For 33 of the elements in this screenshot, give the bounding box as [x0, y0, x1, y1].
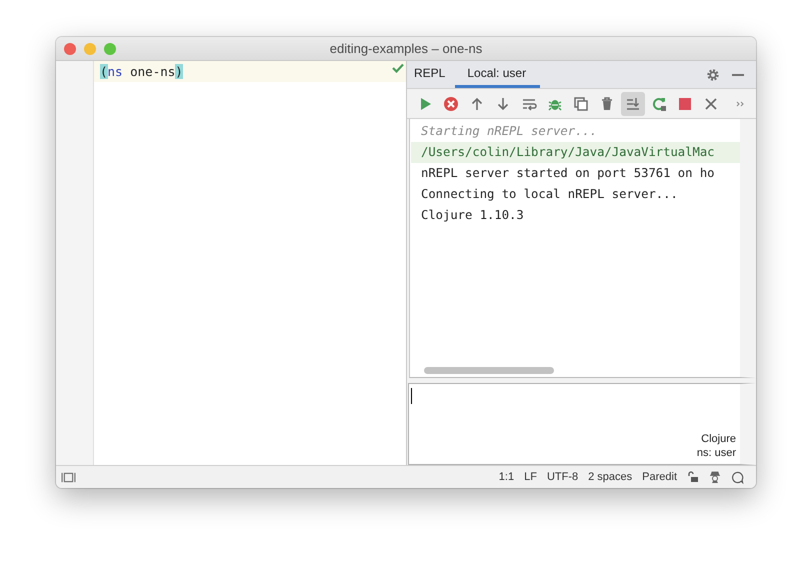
trash-icon — [599, 96, 615, 112]
scrollbar-thumb[interactable] — [424, 366, 554, 374]
stop-icon — [677, 96, 693, 112]
console-line: Clojure 1.10.3 — [421, 207, 525, 224]
down-icon — [495, 96, 511, 112]
status-item[interactable]: 1:1 — [498, 471, 514, 483]
status-item[interactable]: LF — [524, 471, 537, 483]
status-item[interactable]: UTF-8 — [546, 471, 578, 483]
status-item[interactable]: Paredit — [642, 471, 677, 483]
chat-icon[interactable] — [731, 470, 744, 484]
rerun-icon — [651, 96, 667, 112]
console-line: Connecting to local nREPL server... — [421, 186, 679, 203]
code-line: (ns one-ns) — [100, 64, 183, 79]
stop-circle-icon — [443, 96, 459, 112]
up-icon — [469, 96, 485, 112]
minimize-icon[interactable] — [732, 74, 744, 76]
settings-icon[interactable] — [706, 68, 720, 82]
copy-icon — [573, 96, 589, 112]
lock-icon[interactable] — [687, 471, 699, 483]
scroll-end-button[interactable] — [621, 92, 645, 116]
language-label: Clojure — [701, 432, 736, 446]
console-line: Starting nREPL server... — [421, 123, 598, 140]
panel-toggle-icon[interactable] — [61, 472, 76, 482]
window-title: editing-examples – one-ns — [330, 41, 482, 56]
panel-tab[interactable]: Local: user — [455, 61, 540, 88]
close-button[interactable] — [64, 42, 76, 54]
repl-input[interactable]: Clojure ns: user — [408, 383, 756, 465]
panel-tab[interactable]: REPL — [407, 61, 454, 88]
namespace-label: ns: user — [696, 446, 736, 460]
scroll-end-icon — [625, 96, 641, 112]
console-line: nREPL server started on port 53761 on ho — [421, 165, 716, 182]
status-item[interactable]: 2 spaces — [588, 471, 632, 483]
close-icon — [703, 96, 719, 112]
